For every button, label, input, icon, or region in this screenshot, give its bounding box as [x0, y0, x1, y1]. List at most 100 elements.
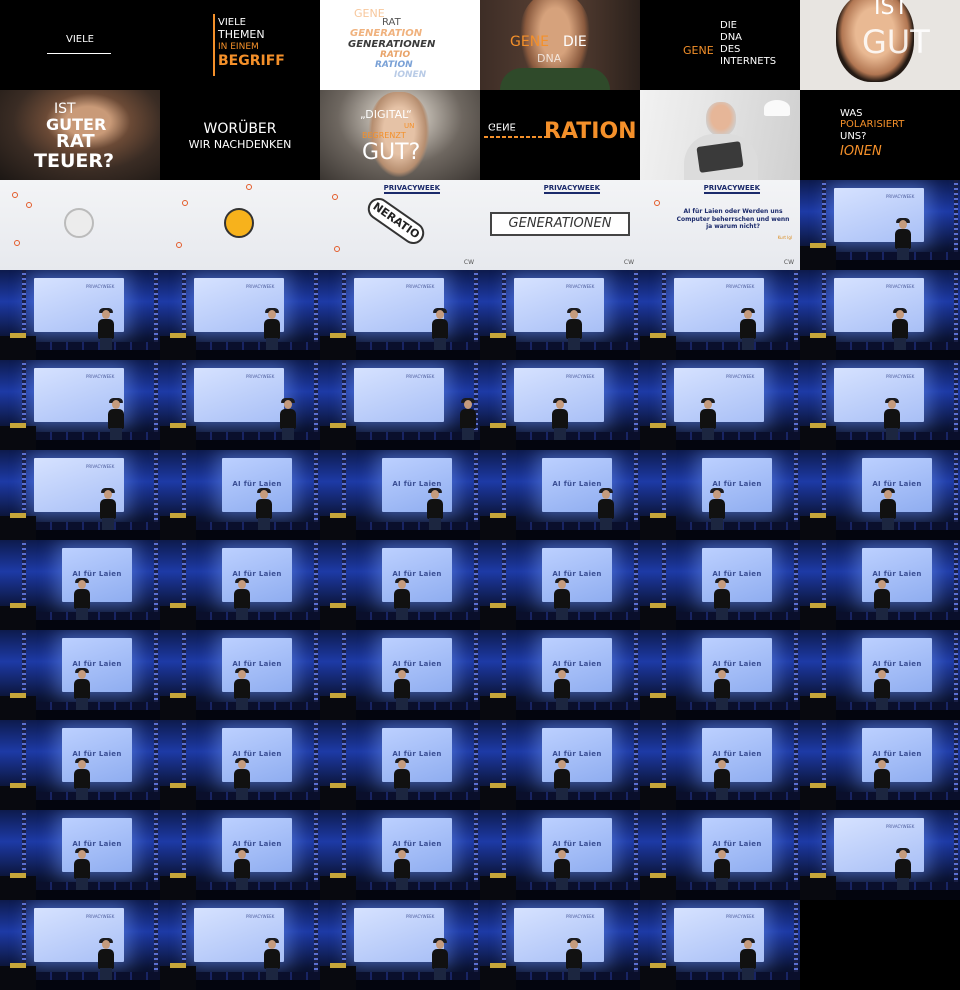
speaker	[874, 758, 890, 800]
slide-header: PRIVACYWEEK	[406, 374, 435, 379]
frame-stage: AI für Laien	[160, 540, 320, 630]
frame-stage: AI für Laien	[320, 450, 480, 540]
frame-text: GENERATION	[350, 28, 423, 39]
laptop	[330, 603, 346, 608]
screen-title: AI für Laien	[872, 750, 922, 758]
laptop	[10, 423, 26, 428]
podium	[480, 426, 516, 450]
frame-text: GENERATIONEN	[508, 216, 612, 232]
speaker	[714, 668, 730, 710]
frame-text: UN	[404, 122, 415, 130]
speaker	[709, 488, 725, 530]
projection-screen: PRIVACYWEEK	[354, 908, 444, 962]
laptop	[490, 963, 506, 968]
projection-screen: AI für Laien	[702, 728, 772, 782]
podium	[160, 336, 196, 360]
podium	[0, 876, 36, 900]
pw-logo: CW	[463, 259, 474, 266]
projection-screen: AI für Laien	[222, 548, 292, 602]
frame-text: „DIGITAL“	[360, 108, 412, 121]
frame-stage: AI für Laien	[480, 450, 640, 540]
podium	[320, 336, 356, 360]
projection-screen: PRIVACYWEEK	[354, 368, 444, 422]
frame-stage: PRIVACYWEEK	[0, 450, 160, 540]
frame-stage: AI für Laien	[160, 720, 320, 810]
laptop	[330, 333, 346, 338]
slide-header: PRIVACYWEEK	[86, 284, 115, 289]
slide-header: PRIVACYWEEK	[726, 374, 755, 379]
speaker	[234, 668, 250, 710]
screen-title: AI für Laien	[712, 660, 762, 668]
frame-stage: AI für Laien	[160, 450, 320, 540]
frame-generation: GENE RATION	[480, 90, 640, 180]
frame-text: GENE	[510, 34, 550, 50]
divider	[213, 14, 215, 76]
pw-header: PRIVACYWEEK	[383, 184, 440, 194]
projection-screen: AI für Laien	[702, 548, 772, 602]
laptop	[810, 873, 826, 878]
frame-stage: AI für Laien	[0, 810, 160, 900]
laptop	[490, 783, 506, 788]
slide-header: PRIVACYWEEK	[566, 284, 595, 289]
podium	[0, 426, 36, 450]
frame-text: GENE	[354, 7, 385, 20]
speaker	[552, 398, 568, 440]
frame-stage: PRIVACYWEEK	[320, 360, 480, 450]
screen-title: AI für Laien	[552, 840, 602, 848]
projection-screen: PRIVACYWEEK	[674, 368, 764, 422]
speaker	[740, 938, 756, 980]
podium	[480, 876, 516, 900]
speaker	[100, 488, 116, 530]
projection-screen: AI für Laien	[542, 818, 612, 872]
frame-stage: AI für Laien	[640, 540, 800, 630]
projection-screen: AI für Laien	[862, 548, 932, 602]
laptop	[330, 693, 346, 698]
podium	[800, 696, 836, 720]
speaker	[234, 758, 250, 800]
projection-screen: AI für Laien	[62, 728, 132, 782]
slide-header: PRIVACYWEEK	[886, 374, 915, 379]
projection-screen: AI für Laien	[222, 638, 292, 692]
podium	[640, 876, 676, 900]
projection-screen: AI für Laien	[542, 548, 612, 602]
frame-gene-die-dna: GENE DIE DNA	[480, 0, 640, 90]
screen-title: AI für Laien	[232, 480, 282, 488]
projection-screen: AI für Laien	[222, 728, 292, 782]
frame-stage: AI für Laien	[480, 630, 640, 720]
laptop	[810, 603, 826, 608]
podium	[320, 696, 356, 720]
word-pill: NERATIO	[363, 193, 429, 249]
slide-header: PRIVACYWEEK	[566, 914, 595, 919]
frame-text: IST	[874, 0, 908, 20]
speaker	[554, 848, 570, 890]
frame-stage: AI für Laien	[0, 540, 160, 630]
projection-screen: PRIVACYWEEK	[354, 278, 444, 332]
frame-stage: PRIVACYWEEK	[0, 270, 160, 360]
frame-digital-gut: „DIGITAL“ UN BEGRENZT GUT?	[320, 90, 480, 180]
speaker	[714, 758, 730, 800]
speaker	[394, 578, 410, 620]
pw-header: PRIVACYWEEK	[543, 184, 600, 194]
projection-screen: AI für Laien	[862, 638, 932, 692]
projection-screen: PRIVACYWEEK	[514, 278, 604, 332]
podium	[480, 966, 516, 990]
slide-header: PRIVACYWEEK	[886, 824, 915, 829]
network-node	[334, 246, 340, 252]
podium	[160, 516, 196, 540]
screen-title: AI für Laien	[872, 480, 922, 488]
frame-polarisiert: WAS POLARISIERT UNS? IONEN	[800, 90, 960, 180]
frame-text: DES	[720, 44, 741, 55]
projection-screen: AI für Laien	[382, 548, 452, 602]
speaker	[394, 668, 410, 710]
laptop	[10, 783, 26, 788]
speaker	[74, 848, 90, 890]
screen-title: AI für Laien	[392, 750, 442, 758]
podium	[160, 876, 196, 900]
talk-author: Kurt Igl	[777, 235, 792, 240]
slide-header: PRIVACYWEEK	[406, 284, 435, 289]
speaker	[108, 398, 124, 440]
screen-title: AI für Laien	[872, 570, 922, 578]
frame-stage: AI für Laien	[800, 630, 960, 720]
podium	[0, 696, 36, 720]
podium	[320, 426, 356, 450]
